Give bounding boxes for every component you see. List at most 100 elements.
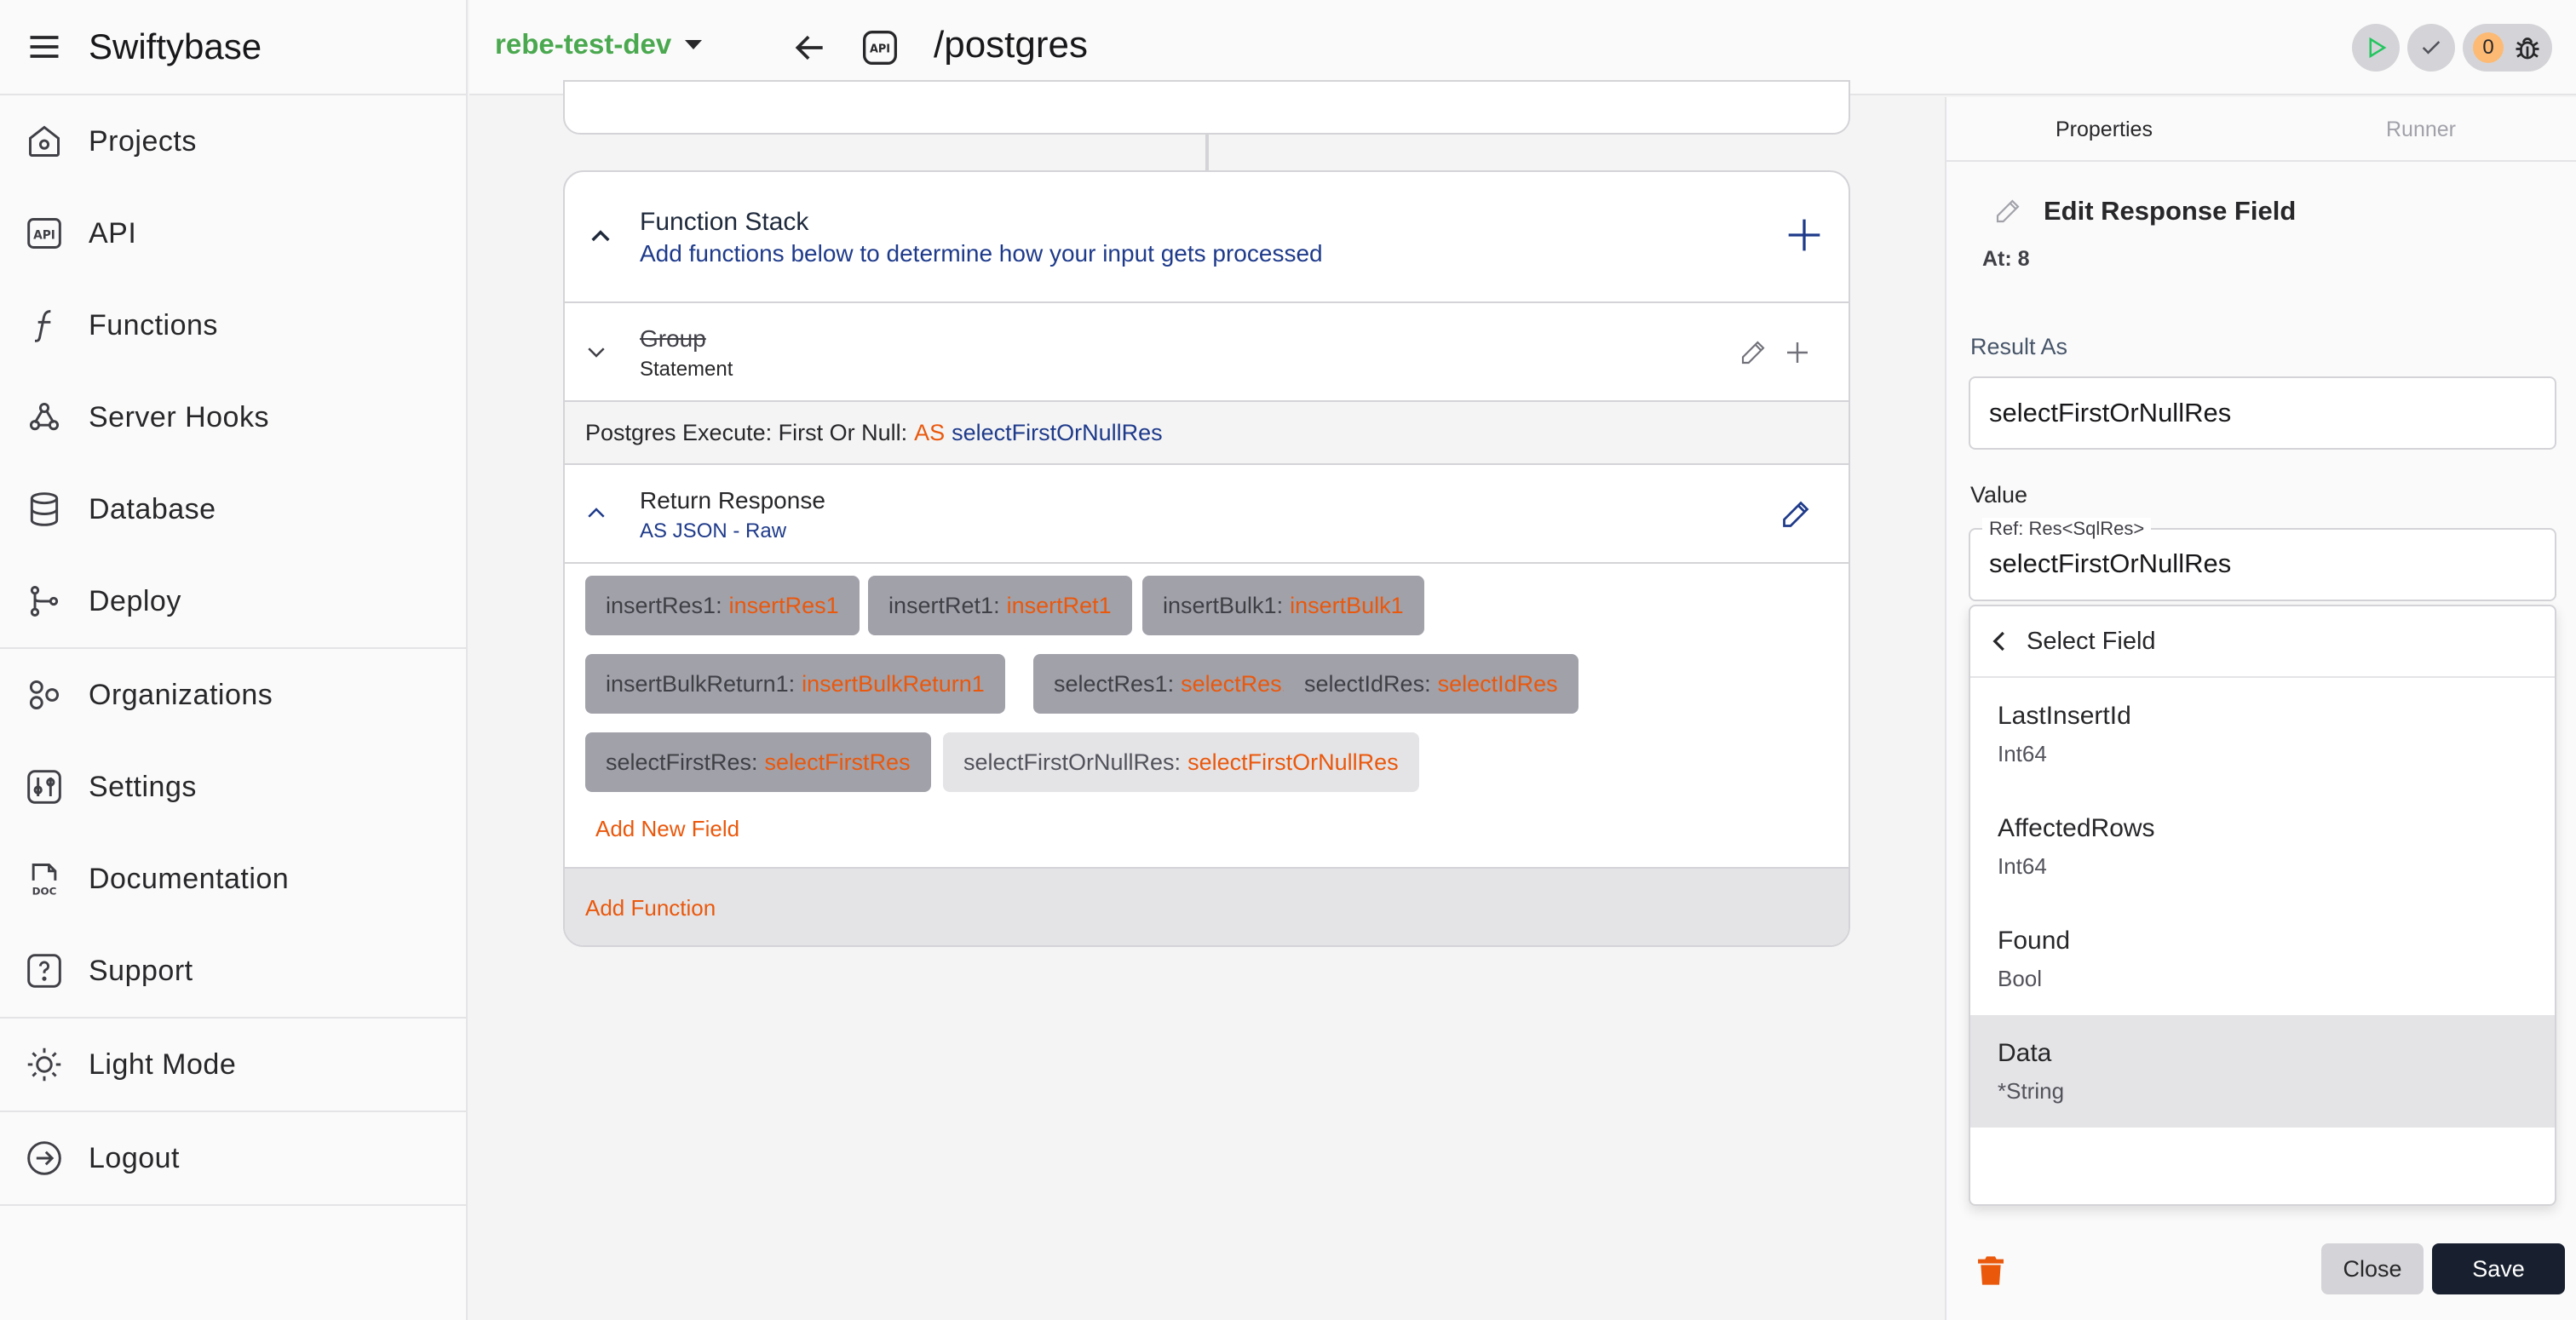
tab-runner[interactable]: Runner: [2386, 118, 2456, 142]
sidebar-item-settings[interactable]: Settings: [0, 741, 466, 833]
group-title: Group: [640, 325, 706, 352]
sidebar-item-organizations[interactable]: Organizations: [0, 649, 466, 741]
sidebar-item-label: Organizations: [89, 678, 273, 711]
field-value: selectIdRes: [1437, 670, 1558, 697]
tab-properties[interactable]: Properties: [2056, 118, 2153, 142]
panel-title-text: Edit Response Field: [2044, 196, 2297, 226]
hamburger-menu-icon[interactable]: [26, 28, 63, 66]
value-label: Value: [1970, 482, 2028, 508]
doc-icon: DOC: [32, 864, 57, 897]
function-stack: Function Stack Add functions below to de…: [563, 170, 1850, 947]
chevron-up-icon[interactable]: [584, 501, 609, 526]
dropdown-option[interactable]: AffectedRows Int64: [1970, 790, 2555, 903]
sidebar-item-label: API: [89, 216, 137, 250]
environment-selector[interactable]: rebe-test-dev: [495, 28, 703, 60]
response-field-chip[interactable]: insertRet1: insertRet1: [868, 576, 1132, 635]
back-arrow-icon[interactable]: [791, 29, 829, 66]
response-fields: insertRes1: insertRes1 insertRet1: insertR…: [565, 564, 1849, 869]
svg-text:API: API: [33, 228, 55, 242]
value-ref-legend: Ref: Res<SqlRes>: [1982, 518, 2152, 540]
result-as-input[interactable]: selectFirstOrNullRes: [1969, 376, 2556, 450]
field-key: selectIdRes: [1304, 670, 1425, 697]
panel-tabs: Properties Runner: [1946, 97, 2576, 162]
result-as-label: Result As: [1970, 334, 2068, 359]
sidebar-item-deploy[interactable]: Deploy: [0, 555, 466, 647]
validate-button[interactable]: [2407, 24, 2455, 72]
option-name: AffectedRows: [1998, 814, 2155, 842]
chevron-left-icon: [1992, 631, 2004, 651]
sidebar-item-label: Functions: [89, 308, 218, 341]
as-keyword: AS: [914, 419, 946, 445]
sidebar-item-projects[interactable]: Projects: [0, 95, 466, 187]
dropdown-option[interactable]: LastInsertId Int64: [1970, 678, 2555, 790]
postgres-execute-row[interactable]: Postgres Execute: First Or Null: AS sele…: [565, 402, 1849, 465]
group-statement-row[interactable]: Group Statement: [565, 303, 1849, 402]
api-icon: API: [27, 218, 61, 249]
add-new-field-link[interactable]: Add New Field: [595, 816, 739, 842]
response-field-chip[interactable]: selectIdRes: selectIdRes: [1284, 654, 1578, 714]
response-field-chip[interactable]: insertRes1: insertRes1: [585, 576, 860, 635]
sidebar-item-support[interactable]: Support: [0, 925, 466, 1017]
function-stack-title: Function Stack: [640, 208, 809, 236]
value-text: selectFirstOrNullRes: [1989, 548, 2232, 578]
chevron-up-icon[interactable]: [587, 223, 614, 250]
option-type: Int64: [1998, 741, 2047, 766]
response-field-chip[interactable]: insertBulk1: insertBulk1: [1142, 576, 1424, 635]
close-button[interactable]: Close: [2321, 1243, 2424, 1294]
svg-text:DOC: DOC: [32, 885, 57, 897]
option-type: Bool: [1998, 966, 2043, 991]
git-branch-icon: [30, 586, 59, 617]
field-value: selectFirstOrNullRes: [1187, 749, 1399, 775]
response-field-chip[interactable]: selectFirstRes: selectFirstRes: [585, 732, 931, 792]
route-path: /postgres: [934, 24, 1088, 66]
debug-button[interactable]: 0: [2463, 24, 2552, 72]
response-field-chip[interactable]: insertBulkReturn1: insertBulkReturn1: [585, 654, 1005, 714]
value-input[interactable]: Ref: Res<SqlRes> selectFirstOrNullRes: [1969, 518, 2556, 601]
dropdown-back-button[interactable]: Select Field: [1970, 606, 2555, 678]
save-button[interactable]: Save: [2432, 1243, 2565, 1294]
field-value: insertRes1: [728, 592, 839, 618]
settings-icon: [27, 770, 61, 804]
response-field-chip[interactable]: selectRes1: selectRes1: [1033, 654, 1315, 714]
home-icon: [29, 125, 60, 157]
sidebar-item-label: Documentation: [89, 862, 290, 895]
sidebar-item-server-hooks[interactable]: Server Hooks: [0, 371, 466, 463]
app-name: Swiftybase: [89, 26, 262, 66]
sidebar-item-database[interactable]: Database: [0, 463, 466, 555]
api-icon: API: [863, 31, 897, 65]
add-function-icon[interactable]: [1785, 216, 1823, 254]
database-icon: [30, 492, 59, 526]
sidebar-item-functions[interactable]: Functions: [0, 279, 466, 371]
result-variable: selectFirstOrNullRes: [952, 419, 1163, 445]
editor-canvas: Function Stack Add functions below to de…: [469, 80, 1944, 1320]
dropdown-option[interactable]: Found Bool: [1970, 903, 2555, 1015]
return-response-subtitle: AS JSON - Raw: [640, 519, 787, 542]
function-icon: [34, 310, 51, 342]
sidebar-item-light-mode[interactable]: Light Mode: [0, 1019, 466, 1111]
response-field-chip-active[interactable]: selectFirstOrNullRes: selectFirstOrNullRe…: [943, 732, 1419, 792]
sidebar-item-logout[interactable]: Logout: [0, 1112, 466, 1204]
plus-icon[interactable]: [1784, 339, 1811, 366]
field-value: selectFirstRes: [764, 749, 911, 775]
select-field-dropdown: Select Field LastInsertId Int64 Affected…: [1969, 605, 2556, 1206]
sidebar-item-documentation[interactable]: DOC Documentation: [0, 833, 466, 925]
pencil-icon[interactable]: [1780, 499, 1811, 530]
add-function-link[interactable]: Add Function: [565, 869, 1849, 945]
sidebar: Swiftybase Projects API API Functions Se…: [0, 0, 468, 1320]
run-button[interactable]: [2352, 24, 2400, 72]
chevron-down-icon[interactable]: [584, 339, 609, 364]
function-stack-subtitle: Add functions below to determine how you…: [640, 240, 1323, 267]
field-value: insertBulkReturn1: [802, 670, 985, 697]
help-icon: [27, 954, 61, 988]
return-response-row[interactable]: Return Response AS JSON - Raw: [565, 465, 1849, 564]
chevron-down-icon: [685, 39, 703, 49]
dropdown-option-selected[interactable]: Data *String: [1970, 1015, 2555, 1128]
properties-panel: Properties Runner Edit Response Field At…: [1945, 97, 2576, 1320]
sidebar-item-label: Database: [89, 492, 216, 525]
previous-card: [563, 80, 1850, 135]
sidebar-item-api[interactable]: API API: [0, 187, 466, 279]
trash-icon[interactable]: [1974, 1252, 2008, 1289]
sidebar-item-label: Support: [89, 954, 193, 987]
return-response-title: Return Response: [640, 487, 825, 514]
pencil-icon[interactable]: [1739, 339, 1767, 366]
